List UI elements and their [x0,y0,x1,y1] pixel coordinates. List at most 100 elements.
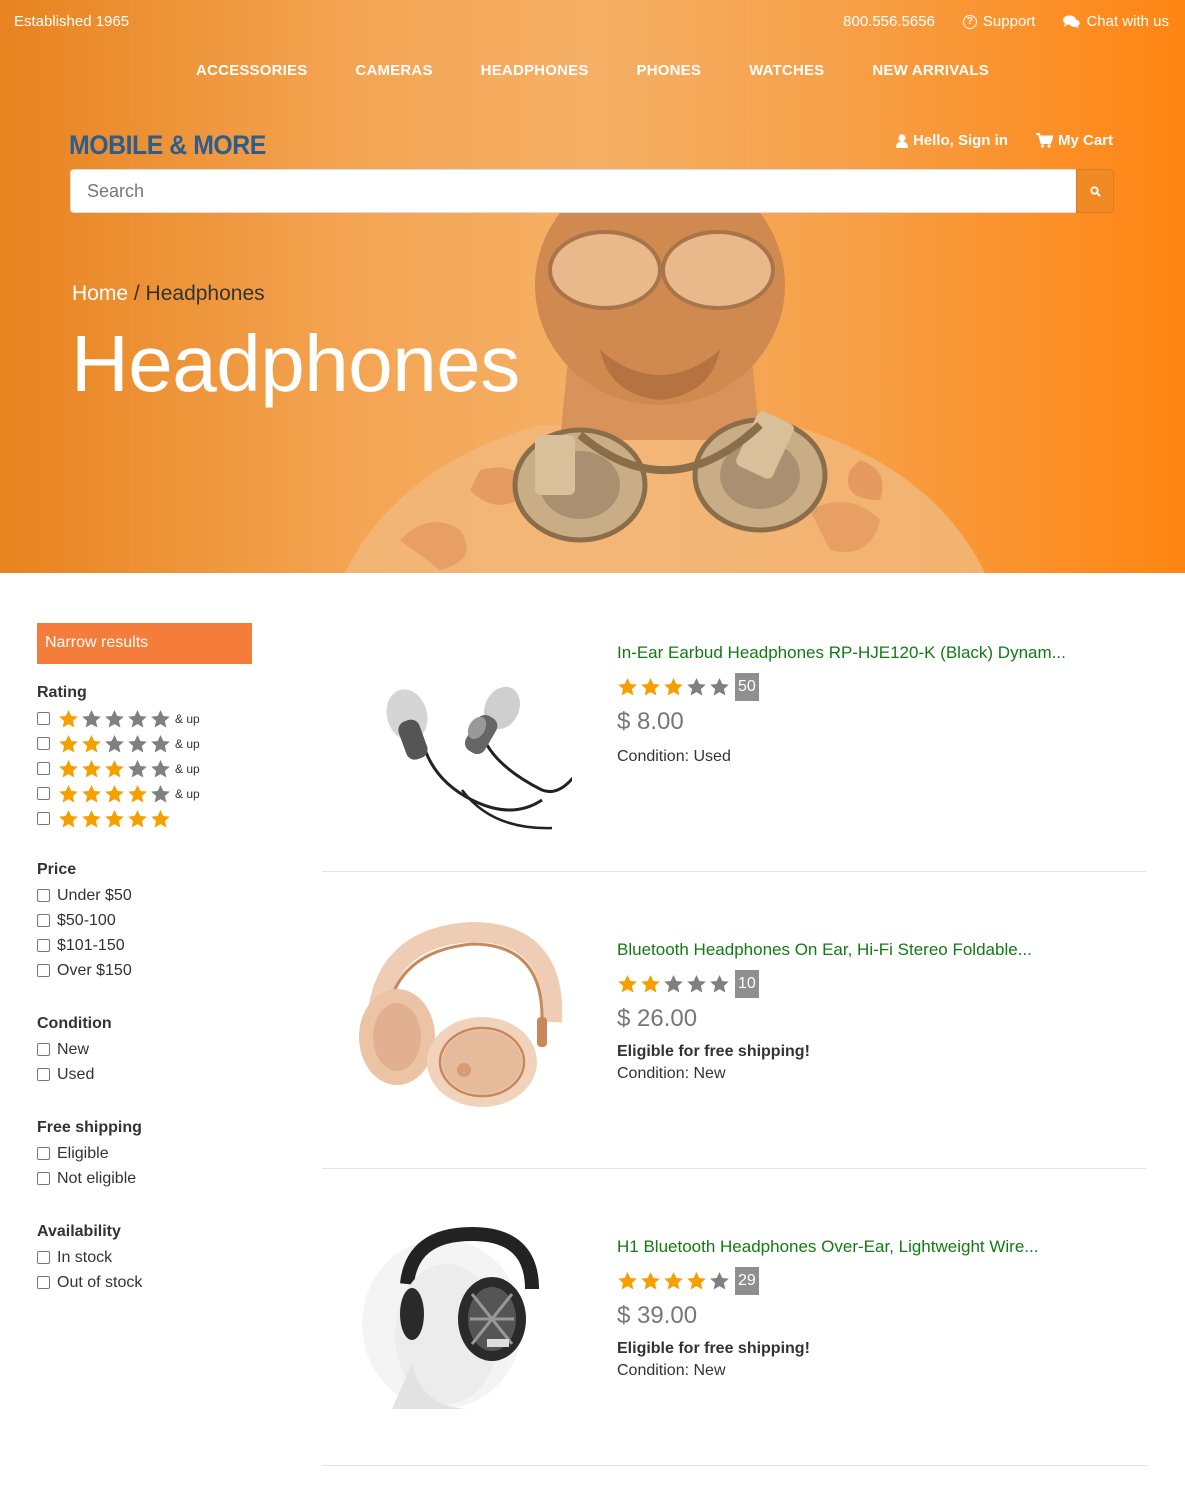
star-filled-icon [618,975,637,993]
and-up-label: & up [175,761,200,776]
product-rating: 29 [617,1267,1038,1295]
review-count-badge[interactable]: 50 [735,673,759,701]
filter-option[interactable]: Not eligible [37,1166,252,1191]
search-input[interactable] [70,169,1076,213]
review-count-badge[interactable]: 29 [735,1267,759,1295]
established-text: Established 1965 [14,13,130,30]
product-card: Bluetooth Headphones On Ear, Hi-Fi Stere… [322,872,1147,1169]
question-circle-icon: ? [962,14,977,29]
filter-option[interactable]: Under $50 [37,883,252,908]
star-filled-icon [618,678,637,696]
rating-filter-option[interactable]: & up [37,781,252,806]
filter-option[interactable]: In stock [37,1245,252,1270]
nav-headphones[interactable]: HEADPHONES [481,62,589,79]
star-empty-icon [105,709,124,727]
star-empty-icon [151,759,170,777]
price-filter: Price Under $50 $50-100 $101-150 Over $1… [37,861,252,983]
filter-option[interactable]: New [37,1037,252,1062]
checkbox[interactable] [37,737,50,750]
option-label: Over $150 [57,961,132,979]
filter-option[interactable]: $50-100 [37,908,252,933]
option-label: In stock [57,1248,113,1266]
product-rating: 50 [617,673,1066,701]
product-rating: 10 [617,970,1032,998]
and-up-label: & up [175,736,200,751]
search-bar [70,169,1114,213]
review-count-badge[interactable]: 10 [735,970,759,998]
hero-banner: Established 1965 800.556.5656 ? Support … [0,0,1185,573]
rating-filter-option[interactable]: & up [37,731,252,756]
cart-link[interactable]: My Cart [1035,132,1113,149]
user-icon [895,133,908,148]
checkbox[interactable] [37,1172,50,1185]
product-condition: Condition: New [617,1065,726,1082]
star-filled-icon [59,709,78,727]
search-button[interactable] [1076,169,1114,213]
rating-filter-option[interactable]: & up [37,706,252,731]
star-rating [58,709,171,729]
checkbox[interactable] [37,1276,50,1289]
checkbox[interactable] [37,787,50,800]
star-empty-icon [105,734,124,752]
checkbox[interactable] [37,939,50,952]
support-link[interactable]: ? Support [962,13,1035,30]
star-filled-icon [82,759,101,777]
nav-phones[interactable]: PHONES [637,62,702,79]
filter-option[interactable]: Used [37,1062,252,1087]
star-filled-icon [641,1272,660,1290]
filter-option[interactable]: Over $150 [37,958,252,983]
product-title-link[interactable]: Bluetooth Headphones On Ear, Hi-Fi Stere… [617,940,1032,960]
checkbox[interactable] [37,1147,50,1160]
narrow-results-header: Narrow results [37,623,252,664]
option-label: Under $50 [57,886,132,904]
earbuds-image[interactable] [352,670,572,860]
nav-cameras[interactable]: CAMERAS [355,62,432,79]
star-empty-icon [710,678,729,696]
product-price: $ 8.00 [617,708,684,735]
star-rating [58,809,171,829]
checkbox[interactable] [37,1251,50,1264]
checkbox[interactable] [37,964,50,977]
star-empty-icon [710,975,729,993]
rating-filter-option[interactable] [37,806,252,831]
nav-new-arrivals[interactable]: NEW ARRIVALS [872,62,989,79]
free-shipping-note: Eligible for free shipping! [617,1340,810,1357]
checkbox[interactable] [37,889,50,902]
availability-filter: Availability In stock Out of stock [37,1223,252,1295]
star-filled-icon [59,809,78,827]
product-title-link[interactable]: H1 Bluetooth Headphones Over-Ear, Lightw… [617,1237,1038,1257]
sign-in-link[interactable]: Hello, Sign in [895,132,1008,149]
checkbox[interactable] [37,1043,50,1056]
checkbox[interactable] [37,762,50,775]
page-title: Headphones [71,319,520,408]
product-title-link[interactable]: In-Ear Earbud Headphones RP-HJE120-K (Bl… [617,643,1066,663]
phone-link[interactable]: 800.556.5656 [843,13,935,30]
shipping-filter: Free shipping Eligible Not eligible [37,1119,252,1191]
on-ear-headphones-image[interactable] [352,922,572,1112]
star-filled-icon [82,809,101,827]
star-filled-icon [59,759,78,777]
filter-option[interactable]: Eligible [37,1141,252,1166]
over-ear-headphones-image[interactable] [352,1224,572,1414]
price-filter-title: Price [37,861,77,878]
rating-filter-option[interactable]: & up [37,756,252,781]
star-filled-icon [82,784,101,802]
checkbox[interactable] [37,1068,50,1081]
option-label: Eligible [57,1144,109,1162]
checkbox[interactable] [37,812,50,825]
brand-logo[interactable]: MOBILE & MORE [69,130,266,161]
star-filled-icon [664,678,683,696]
nav-accessories[interactable]: ACCESSORIES [196,62,307,79]
chat-link[interactable]: Chat with us [1063,13,1169,30]
chat-bubbles-icon [1063,14,1081,28]
and-up-label: & up [175,711,200,726]
checkbox[interactable] [37,914,50,927]
filter-option[interactable]: $101-150 [37,933,252,958]
nav-watches[interactable]: WATCHES [749,62,824,79]
rating-filter: Rating & up & up & up & up [37,684,252,831]
star-empty-icon [151,784,170,802]
checkbox[interactable] [37,712,50,725]
breadcrumb-home[interactable]: Home [72,282,128,305]
filter-option[interactable]: Out of stock [37,1270,252,1295]
sign-in-label: Hello, Sign in [912,132,1008,149]
